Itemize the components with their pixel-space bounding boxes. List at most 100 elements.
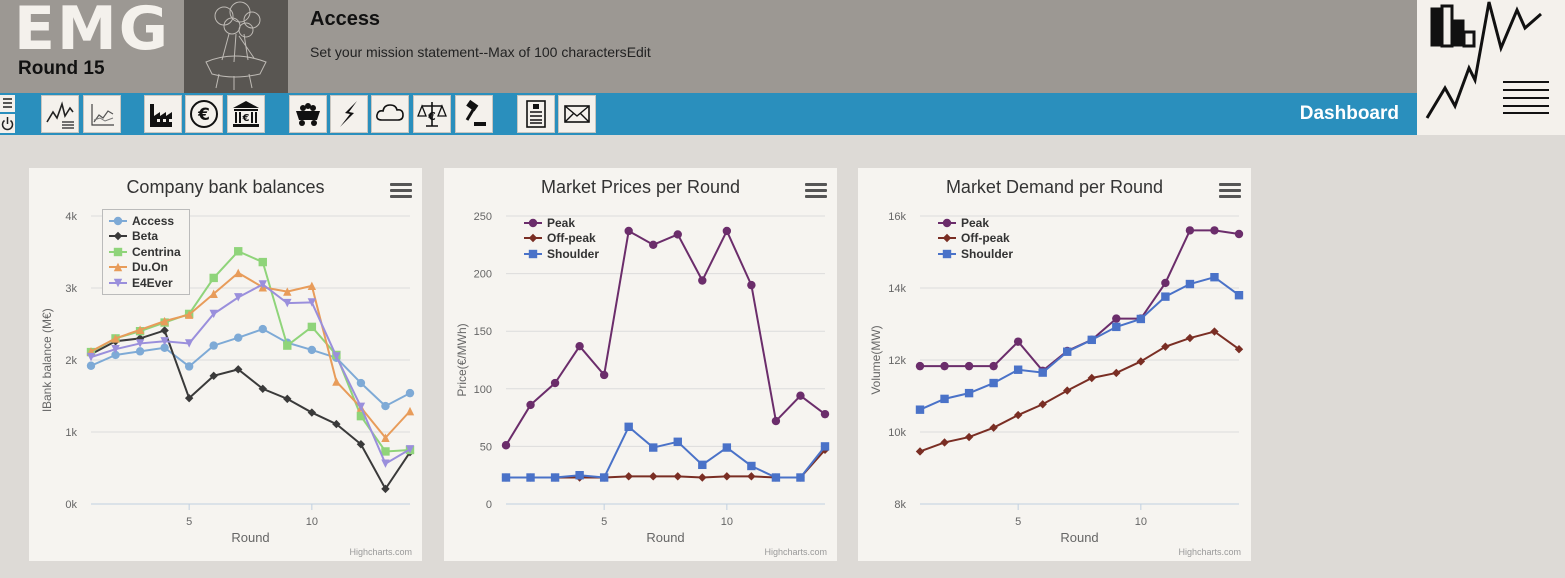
data-point[interactable] <box>1013 337 1023 346</box>
data-point[interactable] <box>135 347 145 356</box>
data-point[interactable] <box>599 370 609 380</box>
data-point[interactable] <box>1087 373 1096 383</box>
data-point[interactable] <box>405 406 415 416</box>
data-point[interactable] <box>1136 357 1146 366</box>
data-point[interactable] <box>1210 273 1219 282</box>
data-point[interactable] <box>1234 291 1244 300</box>
data-point[interactable] <box>964 388 974 398</box>
legend-item[interactable]: Peak <box>524 215 599 231</box>
data-point[interactable] <box>307 408 317 417</box>
data-point[interactable] <box>1210 226 1219 235</box>
euro-scale-icon[interactable]: € <box>413 95 451 133</box>
data-point[interactable] <box>1161 292 1170 301</box>
document-icon[interactable] <box>517 95 555 133</box>
dashboard-charts-icon[interactable] <box>41 95 79 133</box>
legend-item[interactable]: Du.On <box>109 260 181 276</box>
data-point[interactable] <box>283 341 292 350</box>
data-point[interactable] <box>989 423 998 432</box>
data-point[interactable] <box>673 230 682 239</box>
power-icon[interactable] <box>0 114 15 133</box>
legend-marker[interactable] <box>942 234 952 243</box>
data-point[interactable] <box>1112 368 1121 378</box>
coal-cart-icon[interactable] <box>289 95 327 133</box>
data-point[interactable] <box>1013 365 1023 374</box>
data-point[interactable] <box>649 443 658 452</box>
data-point[interactable] <box>1161 342 1170 351</box>
data-point[interactable] <box>405 388 415 398</box>
data-point[interactable] <box>915 361 925 371</box>
data-point[interactable] <box>258 324 267 334</box>
data-point[interactable] <box>820 409 830 419</box>
data-point[interactable] <box>940 438 949 447</box>
data-point[interactable] <box>599 473 609 482</box>
data-point[interactable] <box>234 268 243 278</box>
data-point[interactable] <box>1112 314 1121 323</box>
euro-icon[interactable]: € <box>185 95 223 133</box>
gavel-icon[interactable] <box>455 95 493 133</box>
data-point[interactable] <box>673 437 682 446</box>
data-point[interactable] <box>796 473 805 482</box>
legend-item[interactable]: Access <box>109 213 181 229</box>
data-point[interactable] <box>722 443 732 452</box>
data-point[interactable] <box>940 394 949 404</box>
data-point[interactable] <box>1063 347 1072 356</box>
data-point[interactable] <box>575 471 584 480</box>
legend-item[interactable]: Peak <box>938 215 1013 231</box>
legend-marker[interactable] <box>113 232 123 241</box>
data-point[interactable] <box>307 345 317 355</box>
data-point[interactable] <box>673 472 682 481</box>
data-point[interactable] <box>526 473 535 482</box>
legend-marker[interactable] <box>113 216 123 225</box>
data-point[interactable] <box>964 361 974 371</box>
data-point[interactable] <box>796 391 805 400</box>
data-point[interactable] <box>234 247 243 256</box>
data-point[interactable] <box>86 361 96 370</box>
data-point[interactable] <box>624 472 633 481</box>
legend-marker[interactable] <box>528 218 538 227</box>
bank-icon[interactable]: € <box>227 95 265 133</box>
data-point[interactable] <box>940 361 949 371</box>
chart-menu-button[interactable] <box>390 180 412 200</box>
data-point[interactable] <box>160 326 169 335</box>
data-point[interactable] <box>258 257 267 267</box>
chart-menu-button[interactable] <box>805 180 827 200</box>
data-point[interactable] <box>698 460 707 470</box>
data-point[interactable] <box>1013 410 1023 420</box>
trend-chart-icon[interactable] <box>83 95 121 133</box>
data-point[interactable] <box>989 378 998 388</box>
data-point[interactable] <box>747 472 756 481</box>
data-point[interactable] <box>820 442 830 451</box>
data-point[interactable] <box>501 441 511 450</box>
data-point[interactable] <box>550 473 560 482</box>
data-point[interactable] <box>209 341 218 350</box>
legend-item[interactable]: Shoulder <box>524 246 599 262</box>
legend-marker[interactable] <box>942 218 952 227</box>
data-point[interactable] <box>624 226 633 236</box>
lightning-icon[interactable] <box>330 95 368 133</box>
data-point[interactable] <box>234 333 243 342</box>
data-point[interactable] <box>307 322 317 332</box>
data-point[interactable] <box>964 432 974 442</box>
data-point[interactable] <box>1185 226 1195 235</box>
data-point[interactable] <box>649 472 658 481</box>
data-point[interactable] <box>989 361 998 371</box>
data-point[interactable] <box>1136 314 1146 324</box>
data-point[interactable] <box>771 416 781 426</box>
data-point[interactable] <box>1038 400 1047 409</box>
data-point[interactable] <box>381 401 390 411</box>
data-point[interactable] <box>184 362 194 371</box>
data-point[interactable] <box>1185 333 1195 343</box>
data-point[interactable] <box>501 473 511 482</box>
data-point[interactable] <box>722 226 732 236</box>
cloud-icon[interactable] <box>371 95 409 133</box>
data-point[interactable] <box>550 378 560 388</box>
data-point[interactable] <box>575 341 584 351</box>
data-point[interactable] <box>747 461 756 471</box>
list-icon[interactable] <box>0 95 15 112</box>
legend-marker[interactable] <box>113 247 123 256</box>
legend-marker[interactable] <box>528 249 538 258</box>
data-point[interactable] <box>649 240 658 249</box>
data-point[interactable] <box>283 394 292 404</box>
chart-credits[interactable]: Highcharts.com <box>349 547 412 557</box>
mission-edit-link[interactable]: Edit <box>627 44 651 60</box>
